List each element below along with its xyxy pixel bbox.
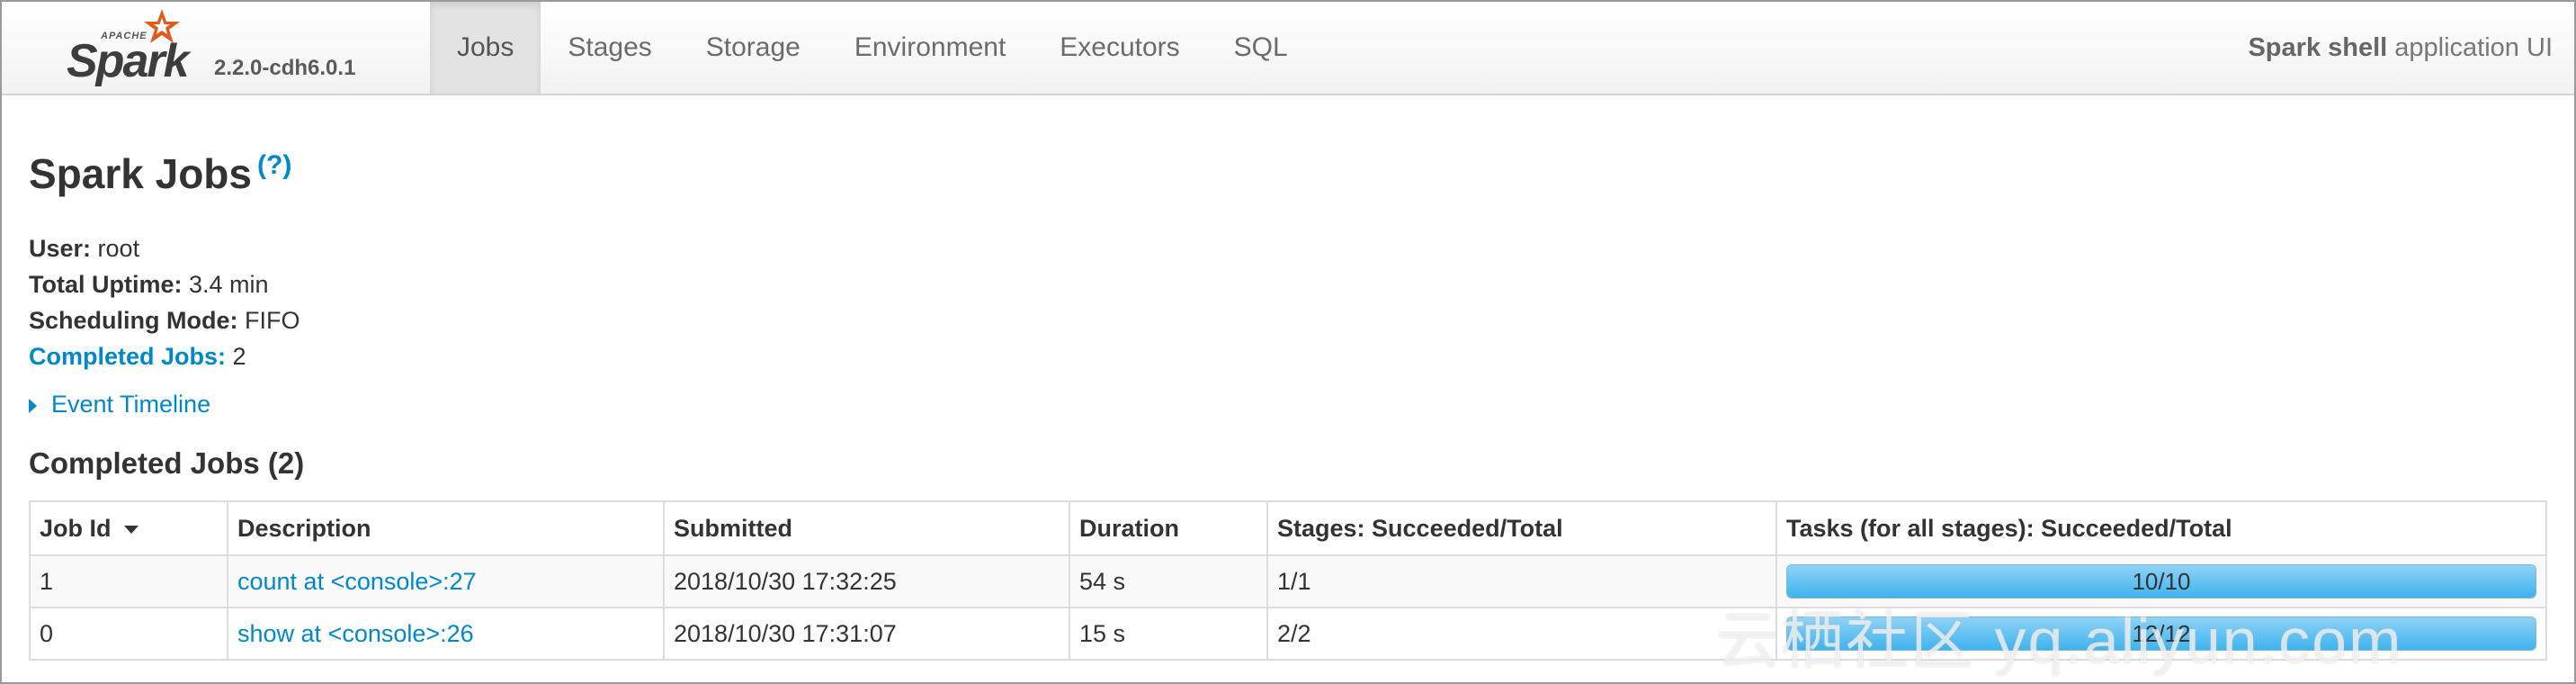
app-suffix: application UI xyxy=(2394,33,2553,62)
top-navbar: APACHE Spark 2.2.0-cdh6.0.1 Jobs Stages … xyxy=(2,2,2574,95)
help-link[interactable]: (?) xyxy=(257,150,291,180)
uptime-value: 3.4 min xyxy=(189,271,269,298)
cell-job-id: 0 xyxy=(29,607,228,661)
cell-job-id: 1 xyxy=(29,554,228,608)
header-submitted[interactable]: Submitted xyxy=(663,500,1070,556)
cell-description: count at <console>:27 xyxy=(227,554,665,608)
header-tasks[interactable]: Tasks (for all stages): Succeeded/Total xyxy=(1775,500,2547,556)
spark-wordmark: Spark xyxy=(67,35,190,87)
header-job-id[interactable]: Job Id xyxy=(29,500,228,556)
summary-completed-jobs: Completed Jobs: 2 xyxy=(29,338,300,374)
application-title: Spark shell application UI xyxy=(2248,2,2553,94)
tab-storage[interactable]: Storage xyxy=(679,2,827,94)
user-value: root xyxy=(97,235,140,262)
completed-jobs-value: 2 xyxy=(232,343,246,370)
cell-submitted: 2018/10/30 17:31:07 xyxy=(663,607,1070,661)
cell-stages: 2/2 xyxy=(1266,607,1777,661)
header-stages[interactable]: Stages: Succeeded/Total xyxy=(1266,500,1777,556)
tab-stages[interactable]: Stages xyxy=(541,2,678,94)
tab-environment[interactable]: Environment xyxy=(827,2,1033,94)
header-duration[interactable]: Duration xyxy=(1069,500,1268,556)
table-header-row: Job Id Description Submitted Duration St… xyxy=(29,500,2547,556)
spark-version: 2.2.0-cdh6.0.1 xyxy=(214,56,356,80)
page-title: Spark Jobs (?) xyxy=(29,149,291,198)
uptime-label: Total Uptime: xyxy=(29,271,183,298)
tab-jobs[interactable]: Jobs xyxy=(430,2,541,94)
summary-uptime: Total Uptime: 3.4 min xyxy=(29,266,300,302)
watermark: 云栖社区 yq.aliyun.com xyxy=(1716,606,2403,676)
completed-jobs-link[interactable]: Completed Jobs: xyxy=(29,343,226,370)
app-name: Spark shell xyxy=(2248,33,2388,62)
tab-executors[interactable]: Executors xyxy=(1033,2,1206,94)
cell-stages: 1/1 xyxy=(1266,554,1777,608)
completed-jobs-heading: Completed Jobs (2) xyxy=(29,446,305,480)
tab-sql[interactable]: SQL xyxy=(1207,2,1315,94)
cell-description: show at <console>:26 xyxy=(227,607,665,661)
sort-desc-icon xyxy=(123,525,139,534)
page-title-text: Spark Jobs xyxy=(29,150,252,197)
header-job-id-label: Job Id xyxy=(40,514,112,542)
scheduling-mode-label: Scheduling Mode: xyxy=(29,307,238,334)
event-timeline-toggle[interactable]: Event Timeline xyxy=(29,391,210,418)
scheduling-mode-value: FIFO xyxy=(245,307,300,334)
job-description-link[interactable]: count at <console>:27 xyxy=(237,568,477,595)
job-description-link[interactable]: show at <console>:26 xyxy=(237,620,474,647)
user-label: User: xyxy=(29,235,92,262)
summary-scheduling-mode: Scheduling Mode: FIFO xyxy=(29,302,300,338)
spark-logo[interactable]: APACHE Spark 2.2.0-cdh6.0.1 xyxy=(61,7,367,88)
header-description[interactable]: Description xyxy=(227,500,665,556)
cell-duration: 15 s xyxy=(1069,607,1268,661)
summary-list: User: root Total Uptime: 3.4 min Schedul… xyxy=(29,230,300,374)
cell-submitted: 2018/10/30 17:32:25 xyxy=(663,554,1070,608)
cell-duration: 54 s xyxy=(1069,554,1268,608)
nav-tabs: Jobs Stages Storage Environment Executor… xyxy=(430,2,1315,94)
event-timeline-label: Event Timeline xyxy=(51,391,211,418)
summary-user: User: root xyxy=(29,230,300,266)
caret-right-icon xyxy=(29,398,37,413)
